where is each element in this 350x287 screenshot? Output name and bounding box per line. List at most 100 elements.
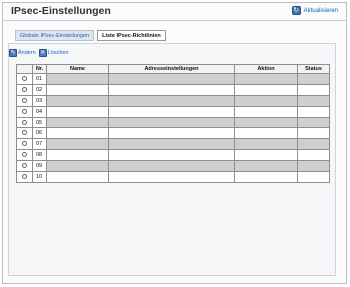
row-action <box>234 116 298 129</box>
row-select-cell <box>16 83 33 96</box>
row-address-settings <box>108 94 235 107</box>
row-number: 08 <box>32 149 47 162</box>
row-select-cell <box>16 105 33 118</box>
delete-icon: ✕ <box>38 49 47 57</box>
row-status <box>297 116 330 129</box>
table-row[interactable]: 10 <box>16 171 330 183</box>
table-row[interactable]: 06 <box>16 127 330 140</box>
row-address-settings <box>108 171 235 183</box>
table-row[interactable]: 01 <box>16 73 330 85</box>
row-select-radio[interactable] <box>22 86 27 92</box>
tab-global-ipsec-settings[interactable]: Globale IPsec-Einstellungen <box>15 30 95 41</box>
row-status <box>297 149 330 162</box>
table-header-row: Nr. Name Adresseinstellungen Aktion Stat… <box>16 64 330 74</box>
row-number: 06 <box>32 127 47 140</box>
row-status <box>297 83 330 96</box>
table-row[interactable]: 09 <box>16 160 330 173</box>
header-bar: IPsec-Einstellungen ↻ Aktualisieren <box>3 3 346 21</box>
tab-bar: Globale IPsec-Einstellungen Liste IPsec-… <box>15 30 169 41</box>
refresh-button[interactable]: ↻ Aktualisieren <box>291 6 338 15</box>
row-address-settings <box>108 160 235 173</box>
row-status <box>297 127 330 140</box>
row-status <box>297 94 330 107</box>
refresh-icon: ↻ <box>291 6 301 15</box>
table-row[interactable]: 05 <box>16 116 330 129</box>
row-select-radio[interactable] <box>22 119 27 125</box>
row-name <box>46 171 109 183</box>
tab-ipsec-policy-list[interactable]: Liste IPsec-Richtlinien <box>97 30 166 41</box>
row-address-settings <box>108 116 235 129</box>
column-header-status: Status <box>297 64 330 74</box>
row-action <box>234 138 298 151</box>
row-status <box>297 138 330 151</box>
row-number: 03 <box>32 94 47 107</box>
row-number: 09 <box>32 160 47 173</box>
row-action <box>234 94 298 107</box>
row-number: 04 <box>32 105 47 118</box>
row-select-cell <box>16 116 33 129</box>
select-column-header <box>16 64 33 74</box>
row-select-radio[interactable] <box>22 152 27 158</box>
column-header-nr: Nr. <box>32 64 47 74</box>
row-select-radio[interactable] <box>22 97 27 103</box>
edit-label: Ändern <box>18 50 36 56</box>
row-select-cell <box>16 127 33 140</box>
row-action <box>234 127 298 140</box>
row-name <box>46 149 109 162</box>
policy-table: Nr. Name Adresseinstellungen Aktion Stat… <box>16 64 330 183</box>
row-status <box>297 73 330 85</box>
row-name <box>46 105 109 118</box>
row-name <box>46 138 109 151</box>
row-address-settings <box>108 73 235 85</box>
column-header-name: Name <box>46 64 109 74</box>
row-number: 02 <box>32 83 47 96</box>
row-select-cell <box>16 160 33 173</box>
table-row[interactable]: 03 <box>16 94 330 107</box>
row-select-radio[interactable] <box>22 75 27 81</box>
toolbar: ✎ Ändern ✕ Löschen <box>9 49 72 57</box>
row-number: 07 <box>32 138 47 151</box>
row-name <box>46 127 109 140</box>
row-select-cell <box>16 138 33 151</box>
row-select-radio[interactable] <box>22 163 27 169</box>
row-number: 01 <box>32 73 47 85</box>
row-select-radio[interactable] <box>22 174 27 179</box>
row-status <box>297 105 330 118</box>
row-action <box>234 105 298 118</box>
edit-button[interactable]: ✎ Ändern <box>9 49 36 57</box>
row-address-settings <box>108 105 235 118</box>
row-address-settings <box>108 149 235 162</box>
row-action <box>234 73 298 85</box>
row-action <box>234 160 298 173</box>
row-action <box>234 83 298 96</box>
row-name <box>46 160 109 173</box>
row-action <box>234 171 298 183</box>
row-select-cell <box>16 73 33 85</box>
page-title: IPsec-Einstellungen <box>11 5 111 17</box>
row-select-cell <box>16 171 33 183</box>
row-name <box>46 83 109 96</box>
row-select-radio[interactable] <box>22 130 27 136</box>
row-status <box>297 171 330 183</box>
row-address-settings <box>108 138 235 151</box>
refresh-label: Aktualisieren <box>303 7 338 14</box>
table-row[interactable]: 07 <box>16 138 330 151</box>
table-row[interactable]: 02 <box>16 83 330 96</box>
row-name <box>46 94 109 107</box>
row-select-radio[interactable] <box>22 141 27 147</box>
table-row[interactable]: 08 <box>16 149 330 162</box>
table-row[interactable]: 04 <box>16 105 330 118</box>
row-select-cell <box>16 94 33 107</box>
row-number: 05 <box>32 116 47 129</box>
column-header-address-settings: Adresseinstellungen <box>108 64 235 74</box>
row-name <box>46 73 109 85</box>
row-address-settings <box>108 83 235 96</box>
delete-label: Löschen <box>47 50 69 56</box>
row-select-radio[interactable] <box>22 108 27 114</box>
edit-icon: ✎ <box>9 49 17 57</box>
row-action <box>234 149 298 162</box>
row-address-settings <box>108 127 235 140</box>
row-number: 10 <box>32 171 47 183</box>
delete-button[interactable]: ✕ Löschen <box>38 49 69 57</box>
row-name <box>46 116 109 129</box>
